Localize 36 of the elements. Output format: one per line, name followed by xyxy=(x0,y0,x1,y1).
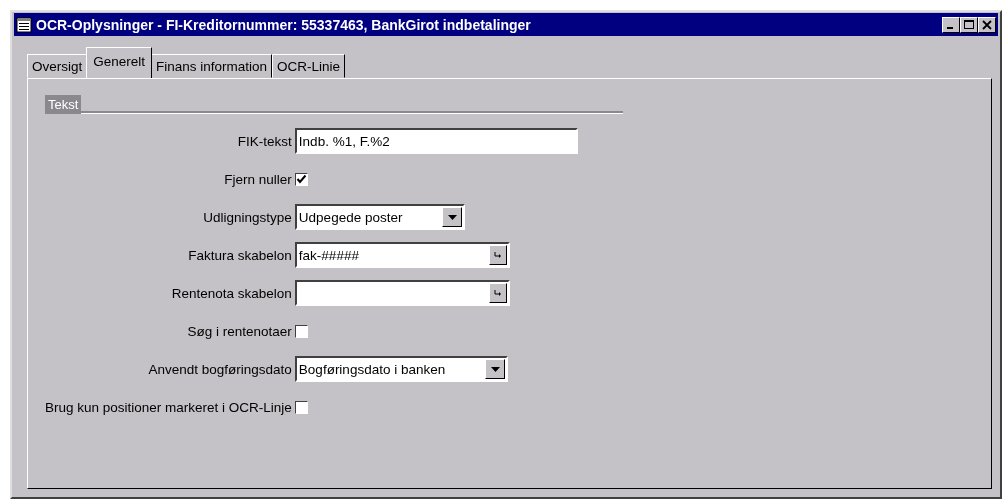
checkbox[interactable] xyxy=(294,324,308,338)
group-title: Tekst xyxy=(45,95,82,114)
checkbox[interactable] xyxy=(294,400,308,414)
form-icon xyxy=(16,16,32,33)
field-label: Anvendt bogføringsdato xyxy=(148,361,292,377)
field-label: Faktura skabelon xyxy=(188,247,292,263)
field-label: FIK-tekst xyxy=(237,133,292,149)
field-label: Fjern nuller xyxy=(224,171,292,187)
lookup-field[interactable] xyxy=(294,280,510,306)
dropdown-button[interactable] xyxy=(442,207,463,227)
dropdown-arrow-icon xyxy=(490,366,500,372)
tab[interactable]: OCR-Linie xyxy=(272,54,346,78)
dropdown-arrow-icon xyxy=(447,214,457,220)
text-field[interactable]: Indb. %1, F.%2 xyxy=(294,128,578,154)
window-title: OCR-Oplysninger - FI-Kreditornummer: 55337463, BankGirot indbetalinger xyxy=(36,16,532,33)
tab[interactable]: Finans information xyxy=(151,54,273,78)
maximize-button[interactable] xyxy=(960,16,978,33)
close-button[interactable] xyxy=(978,16,996,33)
close-icon xyxy=(982,19,992,30)
dropdown-button[interactable] xyxy=(485,359,506,379)
field-label: Brug kun positioner markeret i OCR-Linje xyxy=(45,399,292,415)
lookup-arrow-icon xyxy=(493,251,502,259)
lookup-field[interactable]: fak-##### xyxy=(294,242,510,268)
field-label: Rentenota skabelon xyxy=(171,285,292,301)
lookup-button[interactable] xyxy=(488,283,507,303)
field-label: Søg i rentenotaer xyxy=(187,323,292,339)
checkbox[interactable] xyxy=(294,172,308,186)
lookup-arrow-icon xyxy=(493,289,502,297)
dropdown[interactable]: Bogføringsdato i banken xyxy=(294,356,509,382)
lookup-button[interactable] xyxy=(488,245,507,265)
minimize-icon xyxy=(946,27,953,29)
maximize-icon xyxy=(964,19,974,30)
minimize-button[interactable] xyxy=(942,16,960,33)
dropdown[interactable]: Udpegede poster xyxy=(294,204,466,230)
field-label: Udligningstype xyxy=(203,209,292,225)
tab[interactable]: Generelt xyxy=(86,47,153,78)
